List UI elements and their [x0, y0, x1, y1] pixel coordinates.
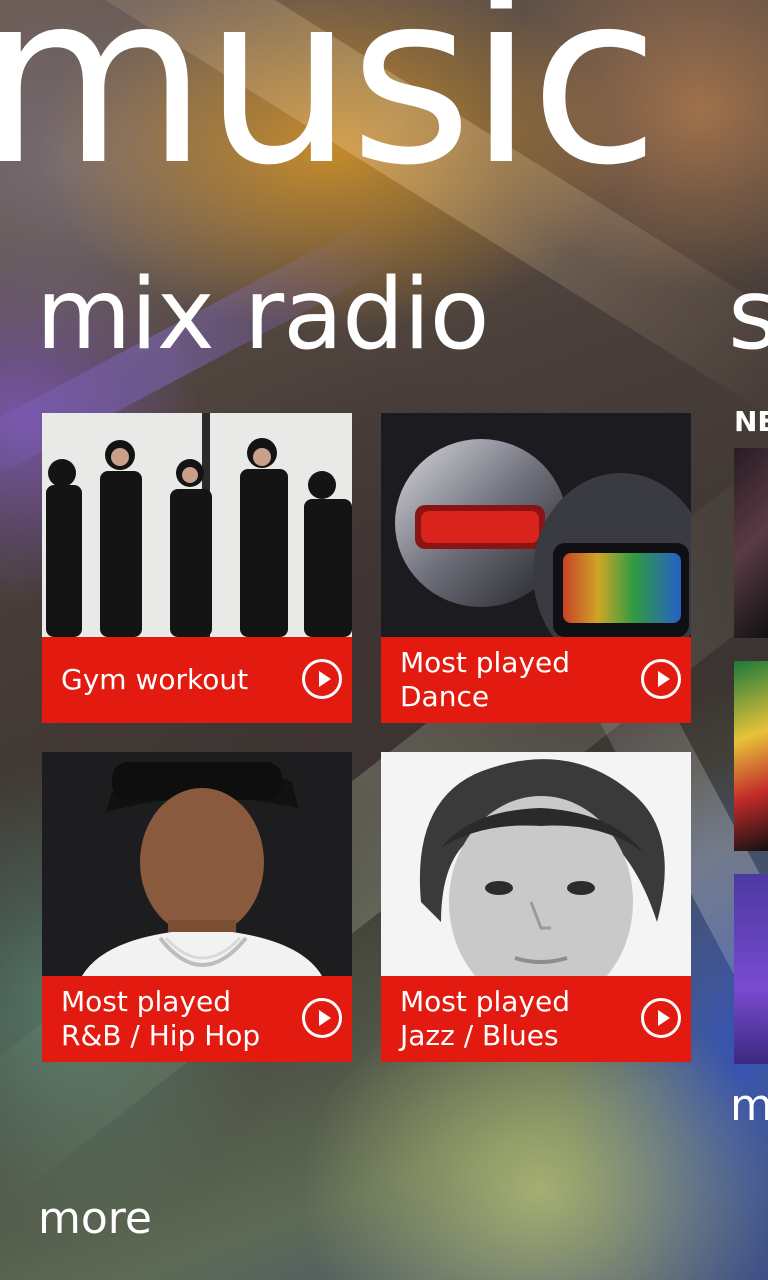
play-circle-icon[interactable]	[641, 998, 681, 1038]
mix-tile-gym-workout[interactable]: Gym workout	[42, 413, 352, 723]
mix-tile-most-played-dance[interactable]: Most played Dance	[381, 413, 691, 723]
next-section-header-peek: NE	[734, 405, 768, 438]
play-circle-icon[interactable]	[302, 998, 342, 1038]
next-section-title-peek[interactable]: s	[728, 261, 768, 370]
play-circle-icon[interactable]	[302, 659, 342, 699]
tile-label: Most played Jazz / Blues	[400, 985, 571, 1052]
next-section-more-peek[interactable]: m	[730, 1081, 768, 1130]
album-art-peek[interactable]	[734, 661, 768, 851]
section-title-mix-radio[interactable]: mix radio	[36, 261, 490, 370]
album-art-peek[interactable]	[734, 874, 768, 1064]
tile-artwork	[42, 752, 352, 976]
tile-label-bar: Most played Jazz / Blues	[381, 976, 691, 1062]
tile-artwork	[381, 752, 691, 976]
app-title: music	[0, 0, 660, 217]
tile-label-bar: Gym workout	[42, 637, 352, 723]
tile-label: Gym workout	[61, 663, 249, 696]
album-art-peek[interactable]	[734, 448, 768, 638]
tile-label-bar: Most played Dance	[381, 637, 691, 723]
tile-label-bar: Most played R&B / Hip Hop	[42, 976, 352, 1062]
mix-tile-most-played-jazz-blues[interactable]: Most played Jazz / Blues	[381, 752, 691, 1062]
tile-label: Most played Dance	[400, 646, 571, 713]
tile-label: Most played R&B / Hip Hop	[61, 985, 261, 1052]
tile-artwork	[42, 413, 352, 637]
mix-tile-most-played-rnb-hip-hop[interactable]: Most played R&B / Hip Hop	[42, 752, 352, 1062]
more-link[interactable]: more	[38, 1194, 152, 1243]
play-circle-icon[interactable]	[641, 659, 681, 699]
tile-artwork	[381, 413, 691, 637]
